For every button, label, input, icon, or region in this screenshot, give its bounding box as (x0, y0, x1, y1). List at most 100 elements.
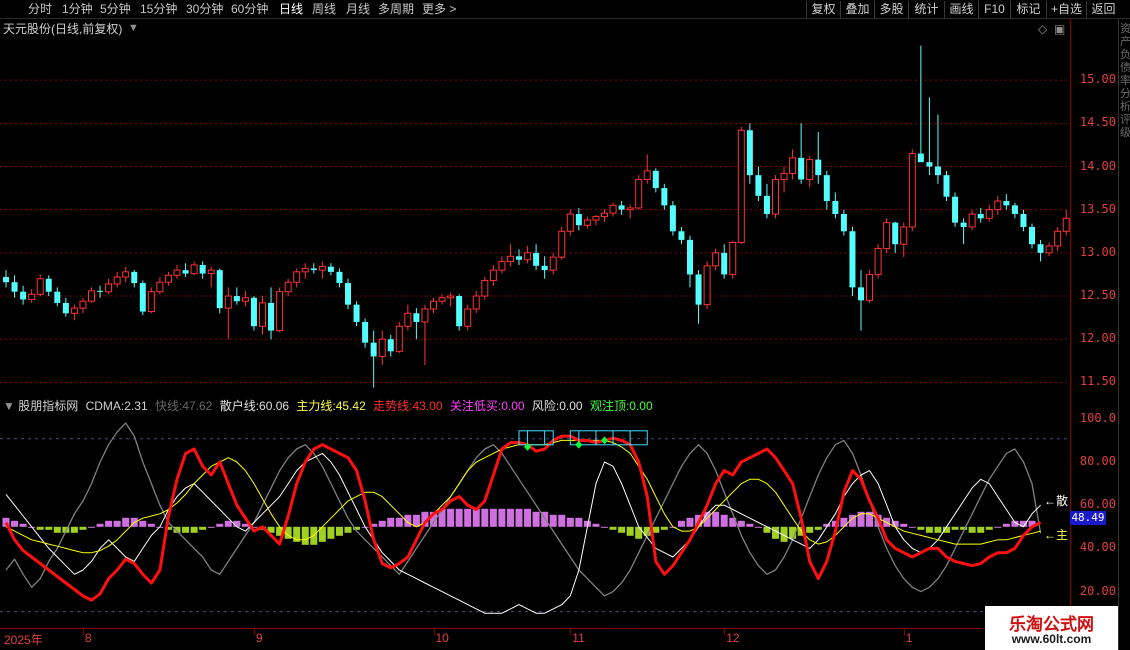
month-label: 12 (726, 631, 740, 645)
guanzhu-ding-label: 观注顶: (589, 399, 630, 413)
cdma-bar-negative (79, 526, 87, 530)
candle-down (1029, 226, 1035, 245)
cdma-bar-negative (199, 526, 207, 530)
period-tab-fenshi[interactable]: 分时 (28, 2, 52, 16)
cdma-bar-positive (720, 514, 728, 527)
candle-down (199, 264, 206, 274)
cdma-bar-positive (395, 517, 403, 527)
candle-down (618, 205, 625, 210)
candle-down (678, 231, 685, 240)
chevron-down-icon[interactable]: ▼ (3, 399, 15, 413)
indicator-chart[interactable] (0, 396, 1070, 628)
diamond-icon[interactable]: ◇ (1038, 22, 1047, 36)
candle-up (609, 204, 617, 214)
candlestick-chart[interactable] (0, 19, 1070, 397)
candlestick-panel[interactable]: 天元股份(日线,前复权) ▼ ◇ ▣ (0, 19, 1070, 397)
cdma-bar-positive (387, 517, 395, 527)
candle-down (45, 278, 52, 292)
candle-up (207, 269, 215, 275)
candle-down (533, 252, 540, 266)
candle-down (54, 291, 61, 303)
overlay-button[interactable]: 叠加 (840, 1, 874, 18)
cdma-bar-negative (53, 526, 61, 533)
mark-button[interactable]: 标记 (1010, 1, 1046, 18)
candle-up (241, 297, 249, 302)
cdma-bar-positive (88, 526, 95, 528)
back-button[interactable]: 返回 (1086, 1, 1120, 18)
candle-down (858, 287, 864, 301)
candle-down (1037, 244, 1044, 253)
candle-down (97, 290, 104, 292)
candle-up (566, 213, 574, 232)
candle-down (798, 157, 805, 180)
candle-up (601, 212, 608, 218)
side-info-strip[interactable]: 资产负债率分析评级 (1118, 19, 1130, 650)
price-tick-label: 11.50 (1079, 374, 1116, 389)
cdma-bar-negative (934, 526, 942, 533)
candle-down (695, 274, 702, 305)
cdma-bar-positive (754, 526, 762, 528)
period-tab-1min[interactable]: 1分钟 (62, 2, 93, 16)
cdma-bar-negative (618, 526, 626, 533)
date-tick (433, 629, 435, 635)
candle-down (687, 239, 693, 275)
cdma-bar-negative (814, 526, 822, 530)
cdma-bar-positive (746, 523, 754, 527)
candle-down (652, 170, 659, 189)
cdma-bar-negative (635, 526, 643, 539)
candle-up (88, 290, 95, 302)
cdma-bar-negative (917, 526, 925, 530)
candle-down (336, 271, 343, 284)
period-tab-60min[interactable]: 60分钟 (231, 2, 268, 16)
period-tab-5min[interactable]: 5分钟 (100, 2, 131, 16)
cdma-bar-positive (549, 514, 557, 527)
f10-button[interactable]: F10 (978, 1, 1010, 18)
date-tick (903, 629, 905, 635)
candle-up (635, 178, 643, 209)
candle-down (892, 222, 899, 245)
multi-stock-button[interactable]: 多股 (874, 1, 908, 18)
statistics-button[interactable]: 统计 (908, 1, 944, 18)
cdma-bar-positive (532, 511, 540, 527)
period-tab-weekly[interactable]: 周线 (312, 2, 336, 16)
candle-down (233, 296, 240, 302)
chevron-down-icon[interactable]: ▼ (128, 21, 139, 35)
period-tab-more[interactable]: 更多 > (422, 2, 456, 16)
candle-up (481, 279, 489, 297)
candle-up (421, 308, 429, 323)
draw-line-button[interactable]: 画线 (944, 1, 978, 18)
candle-down (934, 166, 941, 176)
cdma-bar-negative (182, 526, 190, 533)
price-tick-label: 13.00 (1079, 244, 1116, 259)
candle-up (772, 178, 779, 215)
period-tab-30min[interactable]: 30分钟 (186, 2, 223, 16)
period-tab-monthly[interactable]: 月线 (346, 2, 370, 16)
candle-up (378, 338, 386, 357)
cdma-bar-negative (660, 526, 668, 530)
window-toggle-icon[interactable]: ▣ (1054, 22, 1065, 36)
candle-up (994, 200, 1002, 211)
fuquan-button[interactable]: 复权 (806, 1, 840, 18)
indicator-panel[interactable]: ▼ 股朋指标网 CDMA:2.31 快线:47.62 散户线:60.06 主力线… (0, 396, 1070, 628)
month-label: 8 (84, 631, 92, 645)
candle-down (943, 175, 950, 197)
candle-down (268, 302, 275, 331)
candle-down (815, 159, 822, 176)
candle-down (917, 153, 924, 163)
candle-up (506, 255, 514, 262)
candle-down (20, 291, 27, 300)
candle-up (430, 300, 437, 310)
candle-up (498, 260, 506, 271)
period-tab-15min[interactable]: 15分钟 (140, 2, 177, 16)
candle-up (147, 291, 155, 313)
add-watchlist-button[interactable]: +自选 (1046, 1, 1086, 18)
zhuli-value: 45.42 (335, 399, 366, 413)
sanhu-edge-tag: ←散 (1044, 494, 1069, 508)
candle-down (763, 195, 770, 214)
zoushi-label: 走势线: (373, 399, 413, 413)
period-tab-multi[interactable]: 多周期 (378, 2, 414, 16)
candle-up (113, 276, 121, 285)
price-tick-label: 15.00 (1079, 72, 1116, 87)
candle-up (900, 226, 908, 245)
period-tab-daily[interactable]: 日线 (279, 2, 303, 16)
